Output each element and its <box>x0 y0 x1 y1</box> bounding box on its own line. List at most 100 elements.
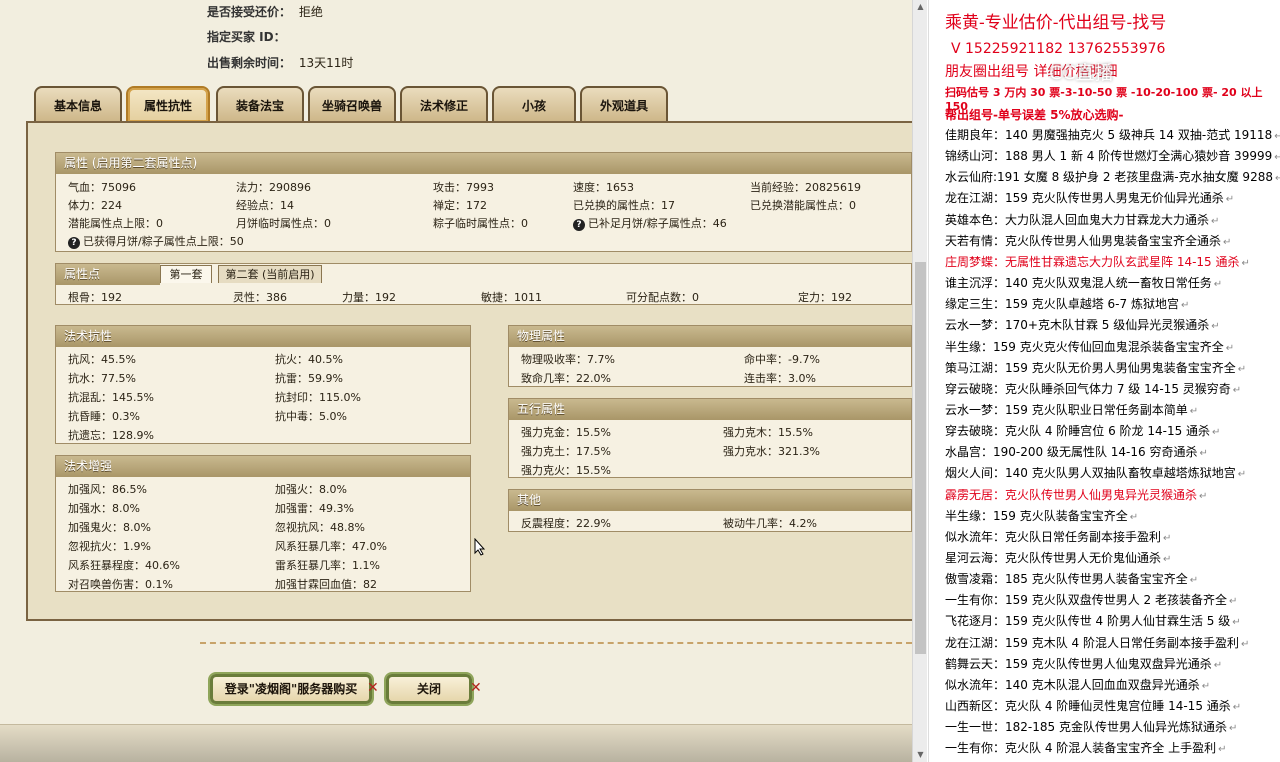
seller-notes-panel: 乘黄-专业估价-代出组号-找号 V 15225921182 1376255397… <box>928 0 1280 762</box>
listing-item: 佳期良年：140 男魔强抽克火 5 级神兵 14 双抽-范式 19118↵ <box>945 126 1280 143</box>
resistance-cell: 抗封印：115.0% <box>275 391 361 404</box>
return-mark-icon: ↵ <box>1211 321 1220 333</box>
scrollbar-thumb[interactable] <box>915 262 926 654</box>
return-mark-icon: ↵ <box>1163 554 1172 565</box>
points-panel-title: 属性点 <box>56 264 160 285</box>
points-cell: 敏捷：1011 <box>481 291 542 304</box>
element-cell: 强力克木：15.5% <box>723 426 813 439</box>
buy-button[interactable]: 登录"凌烟阁"服务器购买 <box>210 674 372 704</box>
return-mark-icon: ↵ <box>1237 363 1247 375</box>
listing-item: 天若有情：克火队传世男人仙男鬼装备宝宝齐全通杀 ↵ <box>945 232 1231 249</box>
physical-cell: 命中率：-9.7% <box>744 353 820 366</box>
listing-text: 星河云海：克火队传世男人无价鬼仙通杀 <box>945 551 1162 565</box>
listing-text: 一生有你：159 克火队双盘传世男人 2 老孩装备齐全 <box>945 593 1227 608</box>
question-icon[interactable]: ? <box>68 237 80 249</box>
counter-offer-label: 是否接受还价： <box>207 5 292 19</box>
seller-title: 乘黄-专业估价-代出组号-找号 <box>945 13 1167 33</box>
divider <box>200 642 912 644</box>
tab-children[interactable]: 小孩 <box>492 86 576 122</box>
return-mark-icon: ↵ <box>1129 511 1139 523</box>
return-mark-icon: ↵ <box>1232 617 1241 629</box>
listing-text: 飞花逐月：159 克火队传世 4 阶男人仙甘霖生活 5 级 <box>945 614 1231 629</box>
mouse-cursor-icon <box>474 538 486 556</box>
enhance-cell: 忽视抗风：48.8% <box>275 521 365 534</box>
return-mark-icon: ↵ <box>1241 257 1250 269</box>
listing-item: 半生缘：159 克火队装备宝宝齐全 ↵ <box>945 507 1138 524</box>
listing-text: 英雄本色：大力队混人回血鬼大力甘霖龙大力通杀 <box>945 212 1210 227</box>
physical-cell: 致命几率：22.0% <box>521 372 611 385</box>
enhance-cell: 风系狂暴几率：47.0% <box>275 540 387 553</box>
physical-panel: 物理属性 物理吸收率：7.7% 命中率：-9.7% 致命几率：22.0% 连击率… <box>508 325 912 387</box>
listing-item: 谁主沉浮：140 克火队双鬼混人统一畜牧日常任务 ↵ <box>945 274 1222 291</box>
enhance-cell: 加强鬼火：8.0% <box>68 521 151 534</box>
attr-cell: 粽子临时属性点：0 <box>433 217 528 230</box>
return-mark-icon: ↵ <box>1189 405 1199 417</box>
points-cell: 可分配点数：0 <box>626 291 699 304</box>
counter-offer-row: 是否接受还价： 拒绝 <box>207 3 323 20</box>
tab-appearance[interactable]: 外观道具 <box>580 86 668 122</box>
attr-help-cell: ? 已补足月饼/粽子属性点：46 <box>573 215 727 231</box>
listing-text: 鹤舞云天：159 克火队传世男人仙鬼双盘异光通杀 <box>945 656 1212 671</box>
element-cell: 强力克金：15.5% <box>521 426 611 439</box>
resistance-cell: 抗中毒：5.0% <box>275 410 347 423</box>
return-mark-icon: ↵ <box>1163 532 1172 544</box>
listing-item: 穿去破晓：克火队 4 阶睡宫位 6 阶龙 14-15 通杀 ↵ <box>945 422 1220 439</box>
attr-cell: 经验点：14 <box>236 199 294 212</box>
listing-item: 云水一梦：170+克木队甘霖 5 级仙异光灵猴通杀 ↵ <box>945 316 1220 333</box>
element-cell: 强力克水：321.3% <box>723 445 820 458</box>
return-mark-icon: ↵ <box>1180 300 1190 312</box>
other-title: 其他 <box>509 490 911 511</box>
tab-points-set-1[interactable]: 第一套 <box>160 265 212 283</box>
other-cell: 被动牛几率：4.2% <box>723 517 817 530</box>
remaining-time-label: 出售剩余时间： <box>207 56 292 70</box>
return-mark-icon: ↵ <box>1237 469 1247 481</box>
return-mark-icon: ↵ <box>1228 596 1238 608</box>
scroll-down-icon[interactable]: ▼ <box>916 750 925 759</box>
listing-text: 半生缘：159 克火队装备宝宝齐全 <box>945 508 1128 523</box>
resistance-cell: 抗混乱：145.5% <box>68 391 154 404</box>
scroll-up-icon[interactable]: ▲ <box>916 2 925 11</box>
listing-item: 一生有你：克火队 4 阶混人装备宝宝齐全 上手盈利 ↵ <box>945 739 1226 756</box>
tab-basic-info[interactable]: 基本信息 <box>34 86 122 122</box>
listing-item: 策马江湖：159 克火队无价男人男仙男鬼装备宝宝齐全 ↵ <box>945 359 1246 376</box>
listing-item: 缘定三生：159 克火队卓越塔 6-7 炼狱地宫 ↵ <box>945 295 1189 312</box>
return-mark-icon: ↵ <box>1228 723 1238 735</box>
attr-cell: 攻击：7993 <box>433 181 494 194</box>
attribute-panel: 属性 (启用第二套属性点) 气血：75096 法力：290896 攻击：7993… <box>55 152 912 252</box>
return-mark-icon: ↵ <box>1189 575 1199 587</box>
footer-decoration <box>0 724 912 762</box>
listing-item: 水云仙府:191 女魔 8 级护身 2 老孩里盘满-克水抽女魔 9288↵ <box>945 168 1280 185</box>
tab-points-set-2[interactable]: 第二套 (当前启用) <box>218 265 322 283</box>
trade-detail-panel: 是否接受还价： 拒绝 指定买家 ID： 出售剩余时间： 13天11时 基本信息 … <box>0 0 912 762</box>
close-x-icon: ✕ <box>367 680 379 696</box>
vertical-scrollbar[interactable]: ▲ ▼ <box>912 0 927 762</box>
listing-text: 云水一梦：159 克火队职业日常任务副本简单 <box>945 402 1188 417</box>
designated-buyer-label: 指定买家 ID： <box>207 30 286 44</box>
return-mark-icon: ↵ <box>1201 680 1211 692</box>
magic-resistance-title: 法术抗性 <box>56 326 470 347</box>
tab-equipment[interactable]: 装备法宝 <box>216 86 304 122</box>
listing-text: 似水流年：克火队日常任务副本接手盈利 <box>945 529 1162 544</box>
physical-cell: 连击率：3.0% <box>744 372 816 385</box>
listing-text: 缘定三生：159 克火队卓越塔 6-7 炼狱地宫 <box>945 297 1179 312</box>
magic-enhance-panel: 法术增强 加强风：86.5% 加强火：8.0% 加强水：8.0% 加强雷：49.… <box>55 455 471 592</box>
seller-phones: V 15225921182 13762553976 <box>951 41 1166 57</box>
close-button[interactable]: 关闭 <box>386 674 472 704</box>
enhance-cell: 加强雷：49.3% <box>275 502 354 515</box>
listing-text: 龙在江湖：159 克木队 4 阶混人日常任务副本接手盈利 <box>945 635 1239 650</box>
listing-text: 霹雳无居：克火队传世男人仙男鬼异光灵猴通杀 <box>945 487 1198 502</box>
return-mark-icon: ↵ <box>1218 744 1227 756</box>
tab-mounts-pets[interactable]: 坐骑召唤兽 <box>308 86 396 122</box>
points-cell: 灵性：386 <box>233 291 287 304</box>
question-icon[interactable]: ? <box>573 219 585 231</box>
enhance-cell: 加强甘霖回血值：82 <box>275 578 377 591</box>
points-cell: 根骨：192 <box>68 291 122 304</box>
enhance-cell: 忽视抗火：1.9% <box>68 540 151 553</box>
tab-attributes[interactable]: 属性抗性 <box>126 86 210 122</box>
attr-cell: 法力：290896 <box>236 181 311 194</box>
tab-spell-correction[interactable]: 法术修正 <box>400 86 488 122</box>
listing-text: 傲雪凌霜：185 克火队传世男人装备宝宝齐全 <box>945 572 1188 587</box>
listing-item: 锦绣山河：188 男人 1 新 4 阶传世燃灯全满心猿妙音 39999↵ <box>945 147 1280 164</box>
return-mark-icon: ↵ <box>1232 702 1242 714</box>
listing-item: 傲雪凌霜：185 克火队传世男人装备宝宝齐全 ↵ <box>945 570 1198 587</box>
